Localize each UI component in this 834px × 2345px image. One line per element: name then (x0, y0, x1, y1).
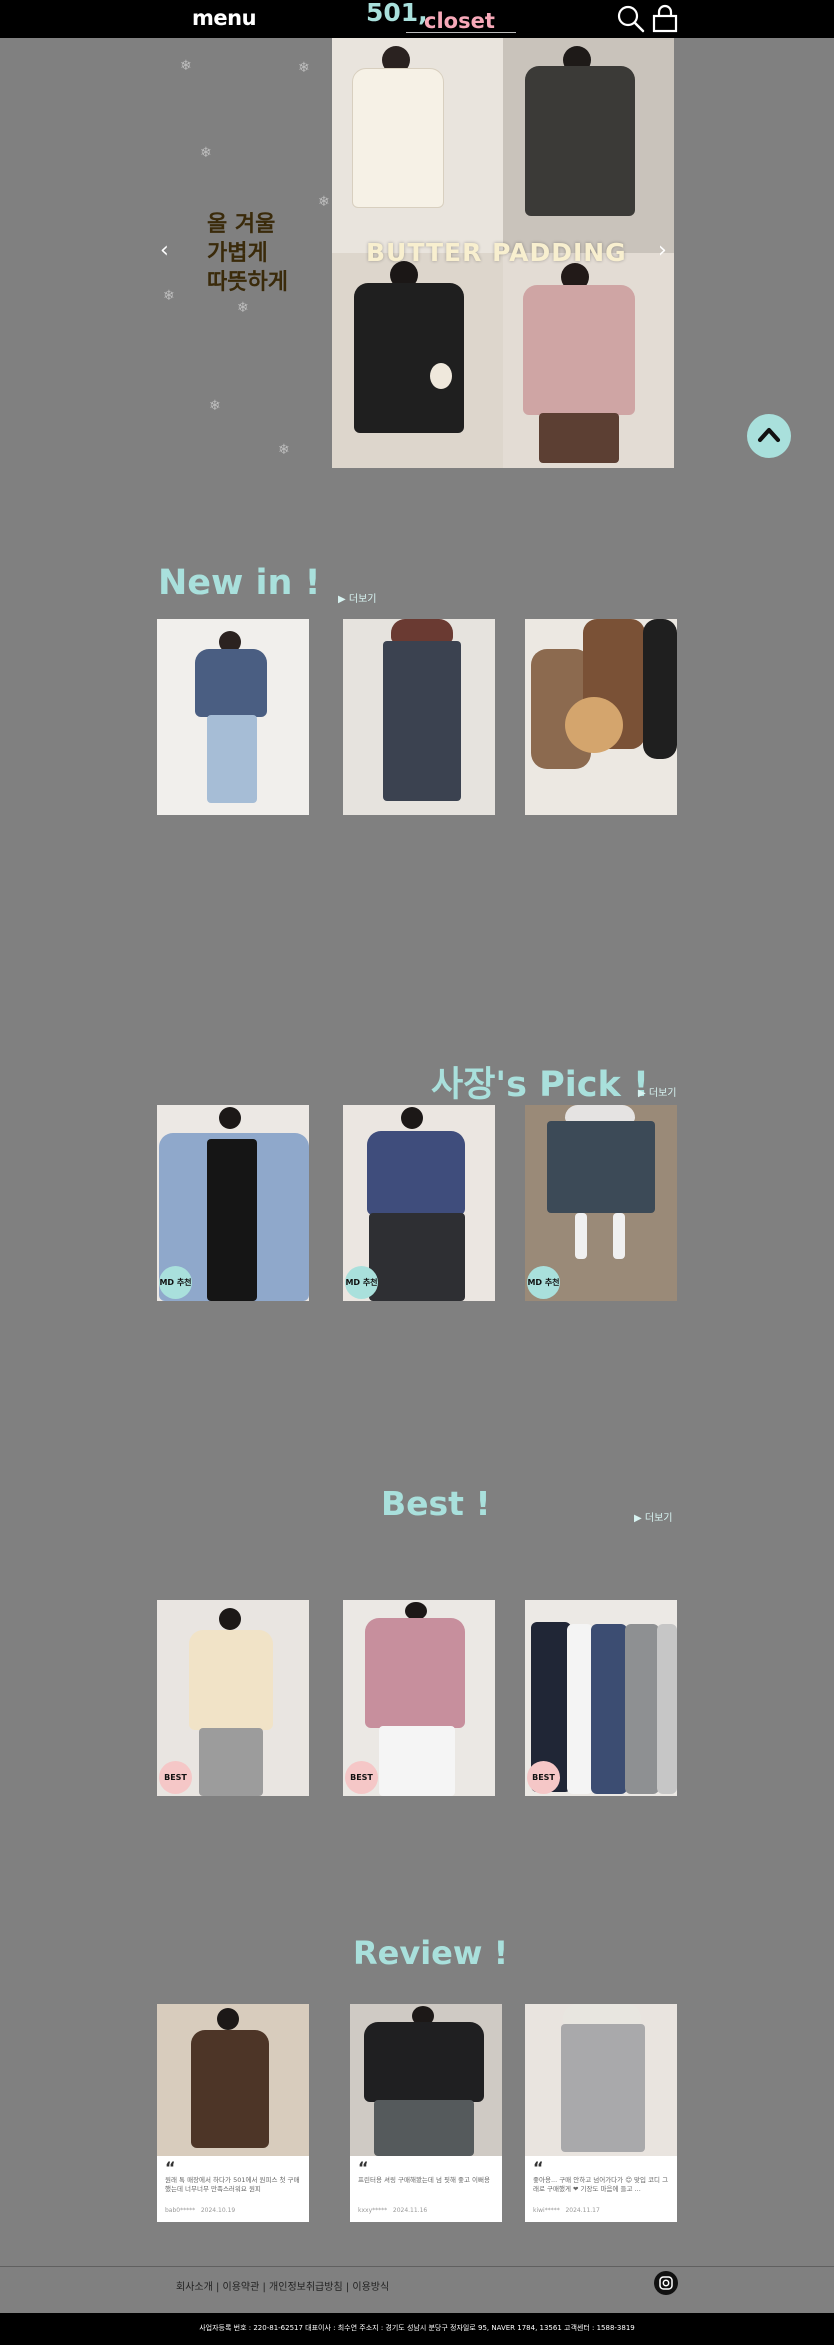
hero-title: BUTTER PADDING (366, 238, 627, 267)
hero-image-pink-padding (503, 253, 674, 468)
review-text: 좋아용... 구매 안하고 넘어가다가 😊 맞입 코디 그래로 구매했게 ❤ 기… (533, 2176, 669, 2193)
product-card[interactable]: BEST (525, 1600, 677, 1796)
footer-divider (0, 2266, 834, 2267)
md-pick-badge: MD 추천 (527, 1266, 560, 1299)
product-card[interactable] (525, 619, 677, 815)
md-pick-badge: MD 추천 (345, 1266, 378, 1299)
best-title: Best ! (381, 1484, 491, 1523)
hero-image-cream-padding (332, 38, 503, 253)
product-card[interactable]: BEST (157, 1600, 309, 1796)
review-date: 2024.11.16 (392, 2207, 428, 2214)
product-card[interactable] (343, 619, 495, 815)
logo[interactable]: 501, closet (362, 0, 522, 36)
review-card[interactable]: “ 프린터용 셔링 구매해봤는데 넘 핏해 좋고 이뻐용 kxxy***** 2… (350, 2004, 502, 2222)
snowflake-icon: ❄ (200, 145, 212, 161)
hero-image-charcoal-padding (503, 38, 674, 253)
new-in-more-link[interactable]: ▶ 더보기 (338, 590, 376, 605)
best-badge: BEST (527, 1761, 560, 1794)
review-meta: kiwi***** 2024.11.17 (533, 2207, 600, 2214)
product-card[interactable]: MD 추천 (157, 1105, 309, 1301)
logo-underline (406, 32, 516, 33)
hero-caption-line: 가볍게 (207, 241, 268, 266)
review-user: kxxy***** (358, 2207, 388, 2214)
best-more-link[interactable]: ▶ 더보기 (634, 1509, 672, 1524)
snowflake-icon: ❄ (298, 60, 310, 76)
review-user: bab0***** (165, 2207, 196, 2214)
md-pick-badge: MD 추천 (159, 1266, 192, 1299)
snowflake-icon: ❄ (180, 58, 192, 74)
hero-caption-line: 따뜻하게 (207, 270, 288, 295)
instagram-icon[interactable] (654, 2271, 678, 2295)
chevron-left-icon[interactable]: ‹ (160, 238, 169, 263)
business-info: 사업자등록 번호 : 220-81-62517 대표이사 : 최수연 주소지 :… (199, 2324, 635, 2332)
snowflake-icon: ❄ (163, 288, 175, 304)
hero-caption-line: 올 겨울 (207, 212, 276, 237)
review-card[interactable]: “ 원래 톡 매장에서 하다가 501에서 원피스 첫 구매했는데 너무너무 만… (157, 2004, 309, 2222)
review-user: kiwi***** (533, 2207, 560, 2214)
menu-button[interactable]: menu (192, 6, 257, 30)
review-photo (157, 2004, 309, 2156)
quote-icon: “ (358, 2158, 369, 2177)
arrow-up-icon (757, 427, 781, 443)
new-in-title: New in ! (158, 563, 321, 603)
logo-number: 501, (366, 0, 428, 27)
snowflake-icon: ❄ (278, 442, 290, 458)
bag-icon[interactable] (650, 4, 680, 34)
footer-links[interactable]: 회사소개 | 이용약관 | 개인정보취급방침 | 이용방식 (176, 2278, 389, 2293)
review-date: 2024.10.19 (200, 2207, 236, 2214)
snowflake-icon: ❄ (237, 300, 249, 316)
product-card[interactable] (157, 619, 309, 815)
review-text: 원래 톡 매장에서 하다가 501에서 원피스 첫 구매했는데 너무너무 만족스… (165, 2176, 300, 2193)
review-photo (525, 2004, 677, 2156)
review-title: Review ! (353, 1934, 509, 1972)
snowflake-icon: ❄ (318, 194, 330, 210)
product-card[interactable]: BEST (343, 1600, 495, 1796)
review-date: 2024.11.17 (565, 2207, 600, 2214)
best-badge: BEST (159, 1761, 192, 1794)
logo-name: closet (424, 9, 495, 33)
review-meta: bab0***** 2024.10.19 (165, 2207, 235, 2214)
snowflake-icon: ❄ (209, 398, 221, 414)
best-badge: BEST (345, 1761, 378, 1794)
hero-image-black-padding (332, 253, 503, 468)
scroll-to-top-button[interactable] (747, 414, 791, 458)
review-card[interactable]: “ 좋아용... 구매 안하고 넘어가다가 😊 맞입 코디 그래로 구매했게 ❤… (525, 2004, 677, 2222)
pick-more-link[interactable]: ▶ 더보기 (638, 1084, 676, 1099)
quote-icon: “ (533, 2158, 544, 2177)
review-text: 프린터용 셔링 구매해봤는데 넘 핏해 좋고 이뻐용 (358, 2176, 490, 2184)
footer-bar: 사업자등록 번호 : 220-81-62517 대표이사 : 최수연 주소지 :… (0, 2313, 834, 2345)
product-card[interactable]: MD 추천 (525, 1105, 677, 1301)
hero-caption: 올 겨울 가볍게 따뜻하게 (207, 210, 288, 297)
quote-icon: “ (165, 2158, 176, 2177)
review-photo (350, 2004, 502, 2156)
search-icon[interactable] (616, 4, 646, 34)
chevron-right-icon[interactable]: › (658, 238, 667, 263)
review-meta: kxxy***** 2024.11.16 (358, 2207, 427, 2214)
top-header: menu 501, closet (0, 0, 834, 38)
product-card[interactable]: MD 추천 (343, 1105, 495, 1301)
pick-title: 사장's Pick ! (431, 1065, 649, 1105)
